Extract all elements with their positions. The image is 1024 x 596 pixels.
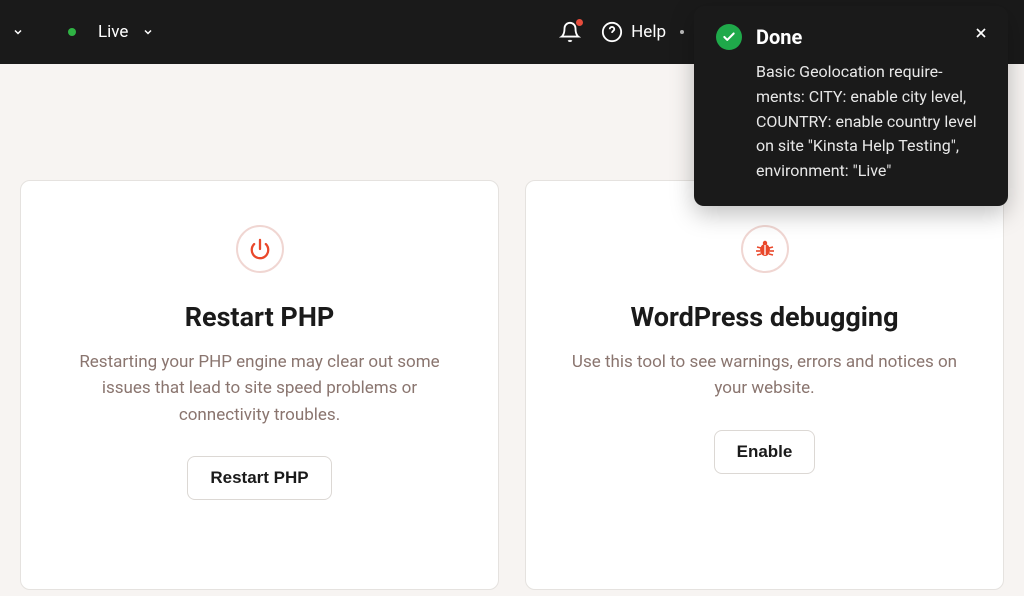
restart-php-card: Restart PHP Restarting your PHP engine m… [20,180,499,590]
env-label: Live [98,22,128,42]
env-switcher-chevron-icon[interactable] [142,26,154,38]
toast-title: Done [756,25,802,49]
wp-debugging-title: WordPress debugging [630,301,898,333]
topbar-left: Live [12,22,154,42]
wp-debugging-enable-button[interactable]: Enable [714,430,816,474]
notifications-button[interactable] [559,21,581,43]
chevron-down-icon[interactable] [12,26,24,38]
topbar-right: Help [559,21,684,43]
bug-icon [753,237,777,261]
wp-debugging-card: WordPress debugging Use this tool to see… [525,180,1004,590]
restart-php-title: Restart PHP [185,301,335,333]
power-icon [249,238,271,260]
power-icon-wrap [236,225,284,273]
toast-close-button[interactable] [970,22,992,44]
toast-header: Done [716,24,986,50]
wp-debugging-desc: Use this tool to see warnings, errors an… [562,349,967,402]
help-label: Help [631,22,666,42]
check-circle-icon [716,24,742,50]
toast-body: Basic Geolocation require­ments: CITY: e… [756,60,986,184]
close-icon [973,25,989,41]
status-dot-live-icon [68,28,76,36]
notification-toast: Done Basic Geolocation require­ments: CI… [694,6,1008,206]
question-circle-icon [601,21,623,43]
restart-php-button[interactable]: Restart PHP [187,456,331,500]
bug-icon-wrap [741,225,789,273]
notification-dot-icon [576,19,583,26]
help-indicator-dot-icon [680,30,684,34]
help-menu[interactable]: Help [601,21,684,43]
restart-php-desc: Restarting your PHP engine may clear out… [57,349,462,428]
